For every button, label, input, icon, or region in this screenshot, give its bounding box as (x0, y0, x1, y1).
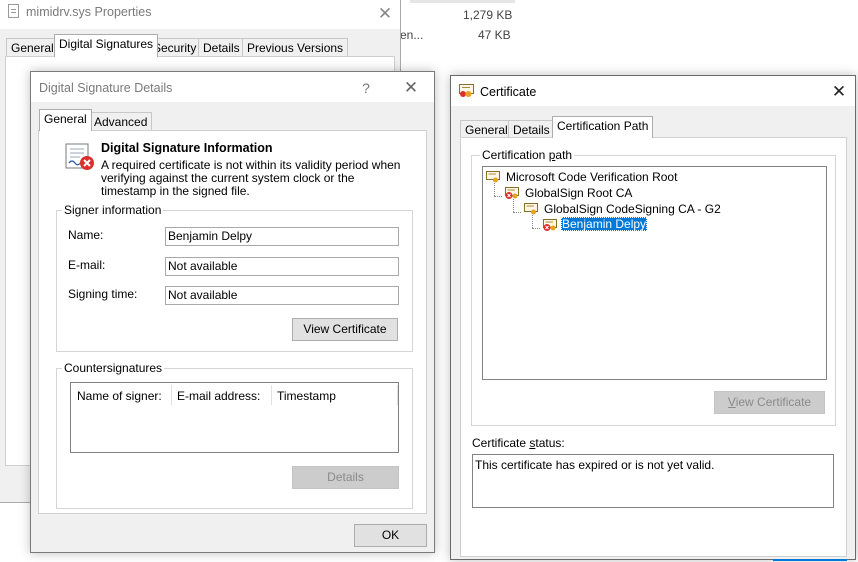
certificate-error-icon (505, 187, 519, 199)
certificate-titlebar: Certificate ✕ (451, 76, 855, 106)
certification-path-panel: Certification path Microsoft Code Verifi… (460, 137, 847, 557)
signing-time-label: Signing time: (68, 287, 138, 301)
certificate-status-text: This certificate has expired or is not y… (475, 458, 715, 472)
certificate-title: Certificate (480, 85, 537, 99)
file-icon (8, 4, 19, 18)
details-titlebar: Digital Signature Details ? ✕ (31, 72, 434, 102)
tree-connector (494, 183, 495, 196)
tree-node-label: Microsoft Code Verification Root (506, 170, 678, 184)
certificate-status-box[interactable]: This certificate has expired or is not y… (472, 454, 834, 508)
tree-node-label: GlobalSign Root CA (525, 186, 633, 200)
column-divider (271, 385, 272, 405)
digital-signature-details-dialog: Digital Signature Details ? ✕ General Ad… (30, 71, 435, 553)
countersignatures-group: Countersignatures Name of signer: E-mail… (56, 361, 413, 509)
file-name: en... (400, 28, 424, 42)
properties-titlebar: mimidrv.sys Properties ✕ (0, 0, 400, 29)
signature-warning-icon (64, 140, 96, 172)
column-header-name[interactable]: Name of signer: (77, 389, 162, 403)
background-header-strip (410, 0, 515, 3)
certificate-icon (524, 203, 538, 215)
certificate-icon (459, 84, 475, 98)
signer-information-group: Signer information Name: Benjamin Delpy … (56, 203, 413, 352)
tree-connector (532, 215, 533, 228)
ok-button-edge[interactable] (773, 559, 847, 561)
signer-email-field[interactable]: Not available (165, 257, 399, 276)
tree-node-label-selected: Benjamin Delpy (561, 217, 648, 231)
close-icon[interactable]: ✕ (373, 2, 397, 26)
tab-advanced[interactable]: Advanced (89, 112, 153, 131)
signature-info-text: A required certificate is not within its… (101, 158, 401, 198)
certificate-icon (486, 171, 500, 183)
signer-name-field[interactable]: Benjamin Delpy (165, 227, 399, 246)
column-header-timestamp[interactable]: Timestamp (277, 389, 336, 403)
countersignatures-label: Countersignatures (62, 361, 165, 375)
certification-path-group: Certification path Microsoft Code Verifi… (471, 148, 836, 426)
file-size: 1,279 KB (463, 8, 513, 22)
tree-connector (532, 228, 540, 229)
details-button[interactable]: Details (292, 466, 399, 489)
certification-path-tree[interactable]: Microsoft Code Verification Root GlobalS… (482, 166, 827, 380)
tree-connector (513, 199, 514, 212)
tab-digital-signatures[interactable]: Digital Signatures (54, 34, 159, 57)
details-title: Digital Signature Details (39, 81, 173, 95)
signature-info-heading: Digital Signature Information (101, 141, 273, 155)
signing-time-field[interactable]: Not available (165, 286, 399, 305)
certification-path-label: Certification path (480, 148, 575, 162)
close-icon[interactable]: ✕ (399, 76, 423, 100)
help-icon[interactable]: ? (354, 76, 378, 100)
properties-title: mimidrv.sys Properties (26, 5, 152, 19)
countersignatures-list[interactable]: Name of signer: E-mail address: Timestam… (70, 382, 399, 453)
tab-details[interactable]: Details (198, 38, 245, 57)
close-icon[interactable]: ✕ (827, 80, 851, 104)
file-size: 47 KB (478, 28, 511, 42)
column-header-email[interactable]: E-mail address: (177, 389, 260, 403)
background-file-list: 1,279 KB en... 47 KB (400, 0, 515, 48)
view-certificate-button[interactable]: View Certificate (292, 318, 398, 341)
column-divider (171, 385, 172, 405)
tree-connector (494, 196, 502, 197)
column-divider (397, 385, 398, 405)
certificate-status-label: Certificate status: (472, 436, 565, 450)
tree-node-label: GlobalSign CodeSigning CA - G2 (544, 202, 721, 216)
tab-general[interactable]: General (6, 38, 59, 57)
tree-connector (513, 212, 521, 213)
tab-general[interactable]: General (39, 109, 92, 131)
certificate-dialog: Certificate ✕ General Details Certificat… (450, 75, 856, 561)
ok-button[interactable]: OK (354, 524, 427, 547)
details-general-panel: Digital Signature Information A required… (38, 130, 427, 514)
email-label: E-mail: (68, 258, 106, 272)
tab-certification-path[interactable]: Certification Path (552, 116, 654, 138)
view-certificate-button[interactable]: View Certificate (714, 391, 825, 414)
certificate-error-icon (543, 219, 557, 231)
signer-group-label: Signer information (62, 203, 164, 217)
name-label: Name: (68, 228, 104, 242)
tab-previous-versions[interactable]: Previous Versions (242, 38, 349, 57)
